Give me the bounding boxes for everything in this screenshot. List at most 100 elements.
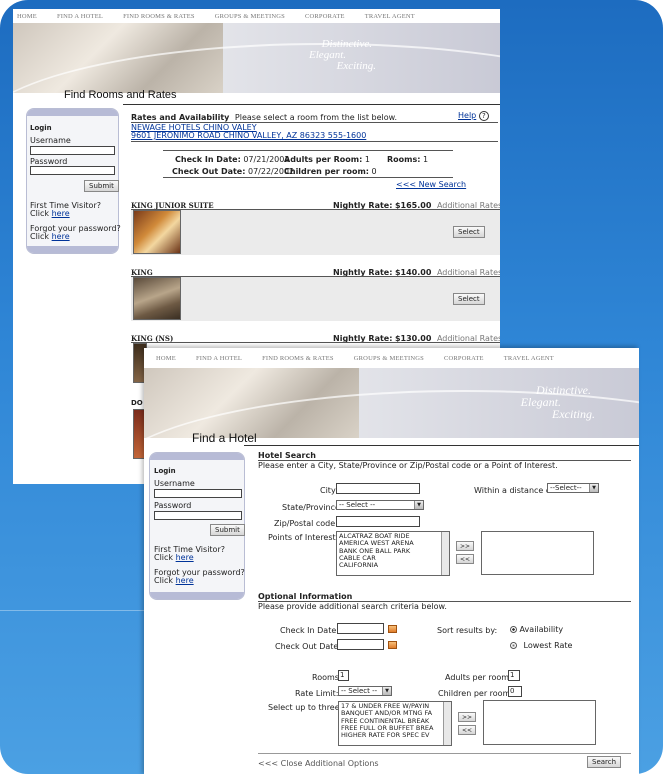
bw-check-out-label: Check Out Date: <box>172 167 246 176</box>
nav-find-rooms[interactable]: FIND ROOMS & RATES <box>262 355 334 362</box>
login-box: Login Username Password Submit First Tim… <box>26 108 121 254</box>
calendar-icon[interactable] <box>388 625 397 633</box>
state-select[interactable]: -- Select -- ▼ <box>336 500 424 510</box>
sort-lowest-label: Lowest Rate <box>523 641 573 650</box>
state-value: -- Select -- <box>339 501 376 509</box>
sort-label: Sort results by: <box>437 626 498 635</box>
rate-limit-select[interactable]: -- Select -- ▼ <box>338 686 392 696</box>
bw-adults-label: Adults per Room: <box>284 155 363 164</box>
username-label: Username <box>30 136 71 145</box>
adults-label: Adults per room: <box>445 673 512 682</box>
new-search-link[interactable]: <<< New Search <box>396 180 466 189</box>
help-link[interactable]: Help ? <box>458 111 489 121</box>
bw-check-in-label: Check In Date: <box>175 155 241 164</box>
children-value: 0 <box>510 687 515 695</box>
hotel-search-heading: Hotel Search <box>258 451 316 460</box>
password-label: Password <box>154 501 192 510</box>
chevron-down-icon: ▼ <box>382 687 391 695</box>
rates-header: Rates and Availability Please select a r… <box>131 113 397 122</box>
click-text-2: Click <box>30 232 50 241</box>
top-nav: HOME FIND A HOTEL FIND ROOMS & RATES GRO… <box>13 9 500 23</box>
select-button[interactable]: Select <box>453 293 485 305</box>
room-photo <box>133 277 181 320</box>
distance-select[interactable]: --Select-- ▼ <box>547 483 599 493</box>
first-time-here-link[interactable]: here <box>176 553 194 562</box>
radio-lowest-rate[interactable] <box>510 642 517 649</box>
password-input[interactable] <box>154 511 242 520</box>
poi-remove-button[interactable]: << <box>456 554 474 564</box>
rates-heading: Rates and Availability <box>131 113 230 122</box>
poi-add-button[interactable]: >> <box>456 541 474 551</box>
amenity-selected-listbox[interactable] <box>483 700 596 745</box>
submit-button[interactable]: Submit <box>210 524 245 536</box>
amenity-add-button[interactable]: >> <box>458 712 476 722</box>
radio-availability[interactable] <box>510 626 517 633</box>
front-window: HOME FIND A HOTEL FIND ROOMS & RATES GRO… <box>144 348 639 774</box>
bw-rooms-value: 1 <box>423 155 429 164</box>
nav-groups[interactable]: GROUPS & MEETINGS <box>215 13 285 20</box>
nav-find-hotel[interactable]: FIND A HOTEL <box>57 13 103 20</box>
distance-value: --Select-- <box>550 484 582 492</box>
nav-groups[interactable]: GROUPS & MEETINGS <box>354 355 424 362</box>
zip-input[interactable] <box>336 516 420 527</box>
submit-button[interactable]: Submit <box>84 180 119 192</box>
opt-check-out-label: Check Out Date: <box>275 642 342 651</box>
address-divider <box>131 141 498 142</box>
tagline: Distinctive. Elegant. Exciting. <box>309 39 376 72</box>
calendar-icon[interactable] <box>388 641 397 649</box>
username-label: Username <box>154 479 195 488</box>
poi-listbox[interactable]: ALCATRAZ BOAT RIDE AMERICA WEST ARENA BA… <box>336 531 450 576</box>
nav-corporate[interactable]: CORPORATE <box>305 13 345 20</box>
first-time-here-link[interactable]: here <box>52 209 70 218</box>
rates-instruction: Please select a room from the list below… <box>234 113 397 122</box>
check-out-input[interactable] <box>337 639 384 650</box>
banner: Distinctive. Elegant. Exciting. <box>144 368 639 438</box>
username-input[interactable] <box>30 146 115 155</box>
login-box: Login Username Password Submit First Tim… <box>149 452 245 600</box>
nav-travel-agent[interactable]: TRAVEL AGENT <box>365 13 415 20</box>
hotel-address-link[interactable]: 9601 JERONIMO ROAD CHINO VALLEY, AZ 8632… <box>131 131 366 140</box>
bw-check-in-value: 07/21/2002 <box>243 155 290 164</box>
forgot-here-link[interactable]: here <box>176 576 194 585</box>
select-three-label: Select up to three: <box>268 703 343 712</box>
amenity-remove-button[interactable]: << <box>458 725 476 735</box>
check-in-input[interactable] <box>337 623 384 634</box>
sort-availability-option[interactable]: Availability <box>510 625 563 634</box>
nav-find-rooms[interactable]: FIND ROOMS & RATES <box>123 13 195 20</box>
adults-input[interactable]: 1 <box>508 670 520 681</box>
click-text: Click <box>30 209 50 218</box>
poi-selected-listbox[interactable] <box>481 531 594 575</box>
amenity-option[interactable]: HIGHER RATE FOR SPEC EV <box>341 731 449 739</box>
forgot-here-link[interactable]: here <box>52 232 70 241</box>
click-text: Click <box>154 553 174 562</box>
nav-travel-agent[interactable]: TRAVEL AGENT <box>504 355 554 362</box>
rate-limit-value: -- Select -- <box>341 687 378 695</box>
help-link-text[interactable]: Help <box>458 111 476 120</box>
select-button[interactable]: Select <box>453 226 485 238</box>
poi-option[interactable]: CALIFORNIA <box>339 561 447 569</box>
state-label: State/Province: <box>282 503 343 512</box>
scrollbar[interactable] <box>443 702 451 745</box>
close-options-link[interactable]: <<< Close Additional Options <box>258 759 379 768</box>
rooms-input[interactable]: 1 <box>338 670 349 681</box>
scrollbar[interactable] <box>441 532 449 575</box>
children-label: Children per room: <box>438 689 514 698</box>
nav-find-hotel[interactable]: FIND A HOTEL <box>196 355 242 362</box>
city-input[interactable] <box>336 483 420 494</box>
help-icon[interactable]: ? <box>478 111 489 121</box>
dates-bottom-divider <box>163 177 453 178</box>
nav-corporate[interactable]: CORPORATE <box>444 355 484 362</box>
amenity-listbox[interactable]: 17 & UNDER FREE W/PAYIN BANQUET AND/OR M… <box>338 701 452 746</box>
top-nav: HOME FIND A HOTEL FIND ROOMS & RATES GRO… <box>144 348 639 368</box>
search-button[interactable]: Search <box>587 756 622 768</box>
click-text-2: Click <box>154 576 174 585</box>
sort-lowest-option[interactable]: Lowest Rate <box>510 641 572 650</box>
optional-heading: Optional Information <box>258 592 353 601</box>
login-title: Login <box>30 124 52 132</box>
password-input[interactable] <box>30 166 115 175</box>
children-input[interactable]: 0 <box>508 686 522 697</box>
nav-home[interactable]: HOME <box>17 13 37 20</box>
nav-home[interactable]: HOME <box>156 355 176 362</box>
username-input[interactable] <box>154 489 242 498</box>
opt-check-in-label: Check In Date: <box>280 626 339 635</box>
